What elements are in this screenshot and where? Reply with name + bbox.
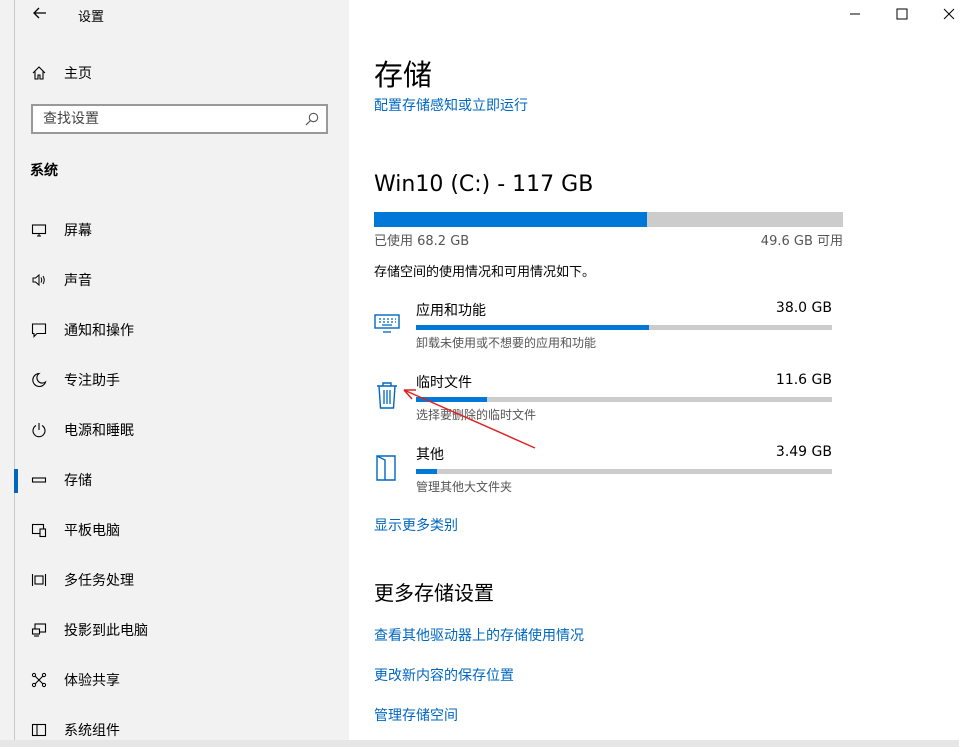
category-temp-files[interactable]: 临时文件 11.6 GB 选择要删除的临时文件 <box>374 372 834 432</box>
components-icon <box>30 721 48 739</box>
sidebar-item-label: 屏幕 <box>64 223 92 239</box>
category-bar <box>416 397 832 402</box>
moon-icon <box>30 371 48 389</box>
category-other[interactable]: 其他 3.49 GB 管理其他大文件夹 <box>374 444 834 504</box>
configure-storage-sense-link[interactable]: 配置存储感知或立即运行 <box>374 95 528 115</box>
category-bar-fill <box>416 325 649 330</box>
search-input[interactable] <box>33 106 313 132</box>
sidebar-item-label: 平板电脑 <box>64 523 120 539</box>
free-space-label: 49.6 GB 可用 <box>760 234 843 249</box>
manage-storage-spaces-link[interactable]: 管理存储空间 <box>374 705 458 725</box>
usage-description: 存储空间的使用情况和可用情况如下。 <box>374 265 596 280</box>
sidebar-item-notifications[interactable]: 通知和操作 <box>30 318 330 342</box>
search-box[interactable] <box>31 104 328 134</box>
minimize-button[interactable] <box>832 0 878 28</box>
page-title: 存储 <box>374 58 433 92</box>
category-bar <box>416 325 832 330</box>
category-size: 38.0 GB <box>775 300 832 316</box>
sidebar-item-components[interactable]: 系统组件 <box>30 718 330 742</box>
change-save-location-link[interactable]: 更改新内容的保存位置 <box>374 665 514 685</box>
sidebar-item-label: 系统组件 <box>64 723 120 739</box>
storage-icon <box>30 471 48 489</box>
share-icon <box>30 671 48 689</box>
sidebar-item-label: 专注助手 <box>64 373 120 389</box>
sidebar-item-storage[interactable]: 存储 <box>30 468 330 492</box>
sidebar-item-share[interactable]: 体验共享 <box>30 668 330 692</box>
folder-icon <box>374 452 398 481</box>
notification-icon <box>30 321 48 339</box>
sidebar-item-label: 存储 <box>64 473 92 489</box>
home-label: 主页 <box>64 66 92 82</box>
category-bar-fill <box>416 397 487 402</box>
sidebar-item-multitasking[interactable]: 多任务处理 <box>30 568 330 592</box>
category-size: 3.49 GB <box>775 444 832 460</box>
project-icon <box>30 621 48 639</box>
sidebar-item-focus-assist[interactable]: 专注助手 <box>30 368 330 392</box>
home-icon <box>30 64 48 82</box>
sidebar-item-power[interactable]: 电源和睡眠 <box>30 418 330 442</box>
maximize-button[interactable] <box>879 0 925 28</box>
sidebar-item-label: 多任务处理 <box>64 573 134 589</box>
category-name: 应用和功能 <box>416 303 486 319</box>
category-bar-fill <box>416 469 437 474</box>
sidebar-item-label: 体验共享 <box>64 673 120 689</box>
tablet-icon <box>30 521 48 539</box>
sidebar-item-label: 投影到此电脑 <box>64 623 148 639</box>
category-bar <box>416 469 832 474</box>
section-title: 系统 <box>30 163 58 179</box>
power-icon <box>30 421 48 439</box>
monitor-icon <box>30 221 48 239</box>
sidebar-item-tablet[interactable]: 平板电脑 <box>30 518 330 542</box>
used-space-label: 已使用 68.2 GB <box>374 234 470 249</box>
sidebar-item-label: 通知和操作 <box>64 323 134 339</box>
drive-usage-bar <box>374 212 843 227</box>
view-other-drives-link[interactable]: 查看其他驱动器上的存储使用情况 <box>374 625 584 645</box>
category-description: 卸载未使用或不想要的应用和功能 <box>416 336 597 350</box>
active-indicator <box>14 469 18 493</box>
category-description: 选择要删除的临时文件 <box>416 408 537 422</box>
category-name: 其他 <box>416 447 444 463</box>
sidebar-item-label: 声音 <box>64 273 92 289</box>
close-button[interactable] <box>926 0 959 28</box>
sidebar-item-label: 电源和睡眠 <box>64 423 134 439</box>
apps-icon <box>374 308 400 336</box>
back-arrow-icon[interactable] <box>30 3 50 23</box>
category-apps[interactable]: 应用和功能 38.0 GB 卸载未使用或不想要的应用和功能 <box>374 300 834 360</box>
search-icon <box>304 111 320 127</box>
sidebar-item-project[interactable]: 投影到此电脑 <box>30 618 330 642</box>
app-title: 设置 <box>78 10 105 25</box>
window-edge <box>14 0 15 740</box>
category-size: 11.6 GB <box>775 372 832 388</box>
drive-title: Win10 (C:) - 117 GB <box>374 172 594 197</box>
sidebar-item-display[interactable]: 屏幕 <box>30 218 330 242</box>
category-description: 管理其他大文件夹 <box>416 480 513 494</box>
show-more-categories-link[interactable]: 显示更多类别 <box>374 515 458 535</box>
sidebar-item-sound[interactable]: 声音 <box>30 268 330 292</box>
multitask-icon <box>30 571 48 589</box>
nav-home[interactable]: 主页 <box>30 62 330 84</box>
drive-usage-fill <box>374 212 648 227</box>
category-name: 临时文件 <box>416 375 472 391</box>
more-storage-settings-title: 更多存储设置 <box>374 581 494 605</box>
speaker-icon <box>30 271 48 289</box>
trash-icon <box>374 380 398 409</box>
